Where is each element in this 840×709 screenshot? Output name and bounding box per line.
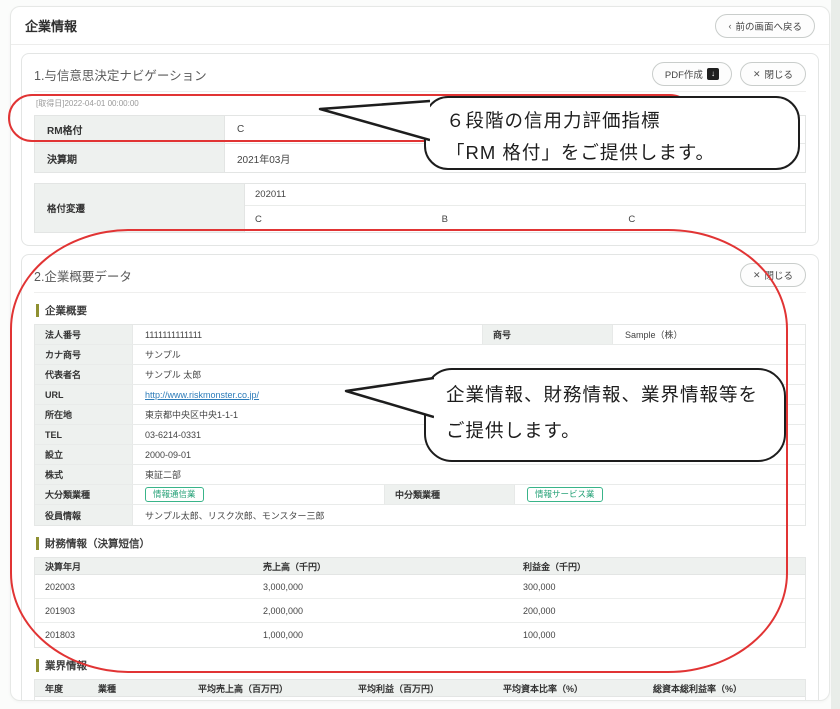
table-row: カナ商号 サンプル	[35, 345, 805, 365]
financial-table: 決算年月 売上高（千円） 利益金（千円） 202003 3,000,000 30…	[34, 557, 806, 648]
table-row: 代表者名 サンプル 太郎	[35, 365, 805, 385]
table-row: 2019 情報通信業 645 50 55.8 9.3	[35, 697, 805, 701]
history-date	[618, 184, 805, 205]
representative-label: 代表者名	[35, 365, 133, 384]
table-row: TEL 03-6214-0331	[35, 425, 805, 445]
company-url-link[interactable]: http://www.riskmonster.co.jp/	[145, 390, 259, 400]
pdf-button-label: PDF作成	[665, 67, 703, 81]
industry-major-label: 大分類業種	[35, 485, 133, 504]
section-credit-navigation: 1.与信意思決定ナビゲーション PDF作成 ↓ ✕ 閉じる [取得日]2022-…	[21, 53, 819, 246]
stock-value: 東証二部	[133, 465, 805, 484]
rating-history-label: 格付変遷	[35, 184, 245, 232]
rating-table: RM格付 C 決算期 2021年03月	[34, 115, 806, 173]
history-date	[432, 184, 619, 205]
representative-value: サンプル 太郎	[133, 365, 805, 384]
fiscal-term-value: 2021年03月	[225, 144, 805, 172]
founded-value: 2000-09-01	[133, 445, 805, 464]
financial-info-header: 財務情報（決算短信）	[36, 536, 806, 551]
url-label: URL	[35, 385, 133, 404]
section1-title: 1.与信意思決定ナビゲーション	[34, 65, 207, 84]
back-button[interactable]: ‹ 前の画面へ戻る	[715, 14, 815, 38]
top-bar: 企業情報 ‹ 前の画面へ戻る	[11, 7, 829, 45]
table-row: 株式 東証二部	[35, 465, 805, 485]
industry-middle-tag: 情報サービス業	[527, 487, 603, 502]
history-rating: C	[245, 206, 432, 232]
table-row: URL http://www.riskmonster.co.jp/	[35, 385, 805, 405]
tel-value: 03-6214-0331	[133, 425, 805, 444]
history-date: 202011	[245, 184, 432, 205]
tel-label: TEL	[35, 425, 133, 444]
table-row: 202003 3,000,000 300,000	[35, 575, 805, 599]
pdf-download-icon: ↓	[707, 68, 719, 80]
founded-label: 設立	[35, 445, 133, 464]
acquired-date: [取得日]2022-04-01 00:00:00	[36, 98, 806, 109]
table-row: 決算期 2021年03月	[35, 144, 805, 172]
stock-label: 株式	[35, 465, 133, 484]
table-row: 大分類業種 情報通信業 中分類業種 情報サービス業	[35, 485, 805, 505]
table-row: 所在地 東京都中央区中央1-1-1	[35, 405, 805, 425]
section2-title: 2.企業概要データ	[34, 266, 132, 285]
close-icon: ✕	[753, 270, 761, 281]
address-label: 所在地	[35, 405, 133, 424]
table-row: 設立 2000-09-01	[35, 445, 805, 465]
page-title: 企業情報	[25, 16, 77, 35]
close-button-label: 閉じる	[764, 67, 793, 81]
subhead-accent-bar	[36, 659, 39, 672]
company-info-window: 企業情報 ‹ 前の画面へ戻る 1.与信意思決定ナビゲーション PDF作成 ↓ ✕…	[10, 6, 830, 701]
trade-name-label: 商号	[483, 325, 613, 344]
section1-close-button[interactable]: ✕ 閉じる	[740, 62, 806, 86]
officers-label: 役員情報	[35, 505, 133, 525]
table-row: 法人番号 1111111111111 商号 Sample（株）	[35, 325, 805, 345]
chevron-left-icon: ‹	[728, 21, 731, 31]
rating-history-table: 格付変遷 202011 C B C	[34, 183, 806, 233]
kana-name-value: サンプル	[133, 345, 805, 364]
table-row: 201903 2,000,000 200,000	[35, 599, 805, 623]
scrollbar-track[interactable]	[831, 0, 840, 709]
table-row: 202011	[245, 184, 805, 206]
table-header-row: 年度 業種 平均売上高（百万円） 平均利益（百万円） 平均資本比率（%） 総資本…	[35, 680, 805, 697]
industry-major-tag: 情報通信業	[145, 487, 204, 502]
table-row: C B C	[245, 206, 805, 232]
industry-info-header: 業界情報	[36, 658, 806, 673]
pdf-create-button[interactable]: PDF作成 ↓	[652, 62, 732, 86]
industry-middle-label: 中分類業種	[385, 485, 515, 504]
table-row: 201803 1,000,000 100,000	[35, 623, 805, 647]
section2-close-button[interactable]: ✕ 閉じる	[740, 263, 806, 287]
section-company-data: 2.企業概要データ ✕ 閉じる 企業概要 法人番号 1111111111111 …	[21, 254, 819, 701]
subhead-accent-bar	[36, 537, 39, 550]
officers-value: サンプル太郎、リスク次郎、モンスター三郎	[133, 505, 805, 525]
close-icon: ✕	[753, 69, 761, 80]
company-overview-header: 企業概要	[36, 303, 806, 318]
back-button-label: 前の画面へ戻る	[735, 19, 802, 33]
industry-table: 年度 業種 平均売上高（百万円） 平均利益（百万円） 平均資本比率（%） 総資本…	[34, 679, 806, 701]
rm-rating-label: RM格付	[35, 116, 225, 143]
table-row: 役員情報 サンプル太郎、リスク次郎、モンスター三郎	[35, 505, 805, 525]
table-row: RM格付 C	[35, 116, 805, 144]
close-button-label: 閉じる	[764, 268, 793, 282]
corporate-number-value: 1111111111111	[133, 325, 483, 344]
address-value: 東京都中央区中央1-1-1	[133, 405, 805, 424]
company-overview-table: 法人番号 1111111111111 商号 Sample（株） カナ商号 サンプ…	[34, 324, 806, 526]
corporate-number-label: 法人番号	[35, 325, 133, 344]
history-rating: B	[432, 206, 619, 232]
table-header-row: 決算年月 売上高（千円） 利益金（千円）	[35, 558, 805, 575]
fiscal-term-label: 決算期	[35, 144, 225, 172]
rm-rating-value: C	[225, 116, 805, 143]
kana-name-label: カナ商号	[35, 345, 133, 364]
subhead-accent-bar	[36, 304, 39, 317]
trade-name-value: Sample（株）	[613, 325, 805, 344]
history-rating: C	[618, 206, 805, 232]
